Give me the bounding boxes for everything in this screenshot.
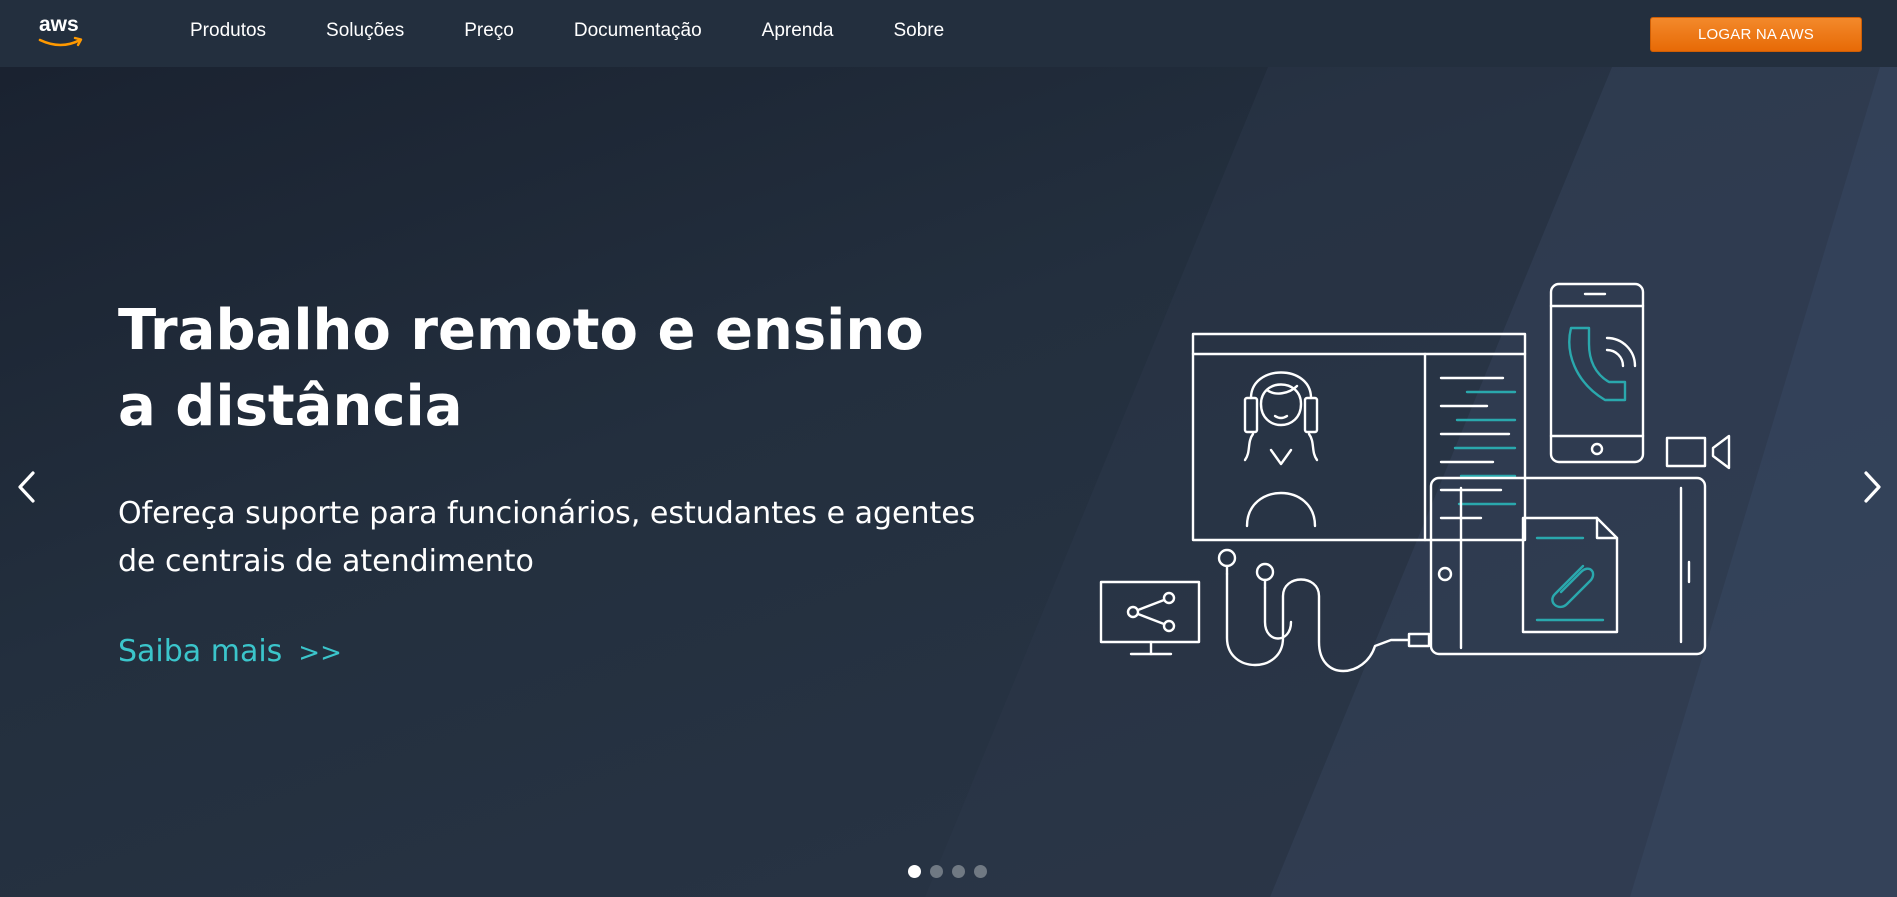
attachment-document-icon bbox=[1521, 516, 1619, 634]
carousel-dot-4[interactable] bbox=[974, 865, 987, 878]
video-call-window-icon bbox=[1191, 332, 1527, 542]
nav-item-solucoes[interactable]: Soluções bbox=[326, 20, 404, 42]
double-chevron-icon: >> bbox=[298, 638, 342, 668]
carousel-dot-1[interactable] bbox=[908, 865, 921, 878]
hero-title-line-1: Trabalho remoto e ensino bbox=[118, 298, 924, 363]
carousel-next-button[interactable] bbox=[1852, 462, 1892, 512]
hero-carousel: Trabalho remoto e ensino a distância Ofe… bbox=[0, 67, 1897, 897]
chevron-left-icon bbox=[18, 471, 35, 503]
cable-icon bbox=[1217, 548, 1431, 672]
remote-work-illustration bbox=[1099, 282, 1731, 672]
nav-item-preco[interactable]: Preço bbox=[464, 20, 514, 42]
login-button[interactable]: LOGAR NA AWS bbox=[1650, 17, 1862, 52]
hero-subtitle-line-2: de centrais de atendimento bbox=[118, 544, 534, 579]
share-monitor-icon bbox=[1099, 580, 1201, 656]
nav-item-aprenda[interactable]: Aprenda bbox=[762, 20, 834, 42]
phone-icon bbox=[1549, 282, 1645, 464]
hero-subtitle: Ofereça suporte para funcionários, estud… bbox=[118, 490, 1018, 586]
learn-more-link[interactable]: Saiba mais >> bbox=[118, 634, 342, 669]
top-navigation: aws Produtos Soluções Preço Documentação… bbox=[0, 0, 1897, 67]
aws-homepage: aws Produtos Soluções Preço Documentação… bbox=[0, 0, 1897, 897]
carousel-dot-2[interactable] bbox=[930, 865, 943, 878]
carousel-indicators bbox=[908, 865, 987, 878]
carousel-dot-3[interactable] bbox=[952, 865, 965, 878]
hero-title-line-2: a distância bbox=[118, 374, 463, 439]
nav-item-produtos[interactable]: Produtos bbox=[190, 20, 266, 42]
main-nav: Produtos Soluções Preço Documentação Apr… bbox=[190, 0, 944, 62]
smile-arrow-icon bbox=[38, 38, 82, 47]
learn-more-label: Saiba mais bbox=[118, 634, 283, 669]
nav-item-documentacao[interactable]: Documentação bbox=[574, 20, 702, 42]
hero-subtitle-line-1: Ofereça suporte para funcionários, estud… bbox=[118, 496, 976, 531]
hero-title: Trabalho remoto e ensino a distância bbox=[118, 293, 938, 445]
aws-logo-text: aws bbox=[39, 14, 79, 36]
chevron-right-icon bbox=[1864, 471, 1881, 503]
aws-logo[interactable]: aws bbox=[36, 13, 86, 50]
carousel-prev-button[interactable] bbox=[7, 462, 47, 512]
nav-item-sobre[interactable]: Sobre bbox=[894, 20, 945, 42]
video-camera-icon bbox=[1665, 434, 1731, 470]
